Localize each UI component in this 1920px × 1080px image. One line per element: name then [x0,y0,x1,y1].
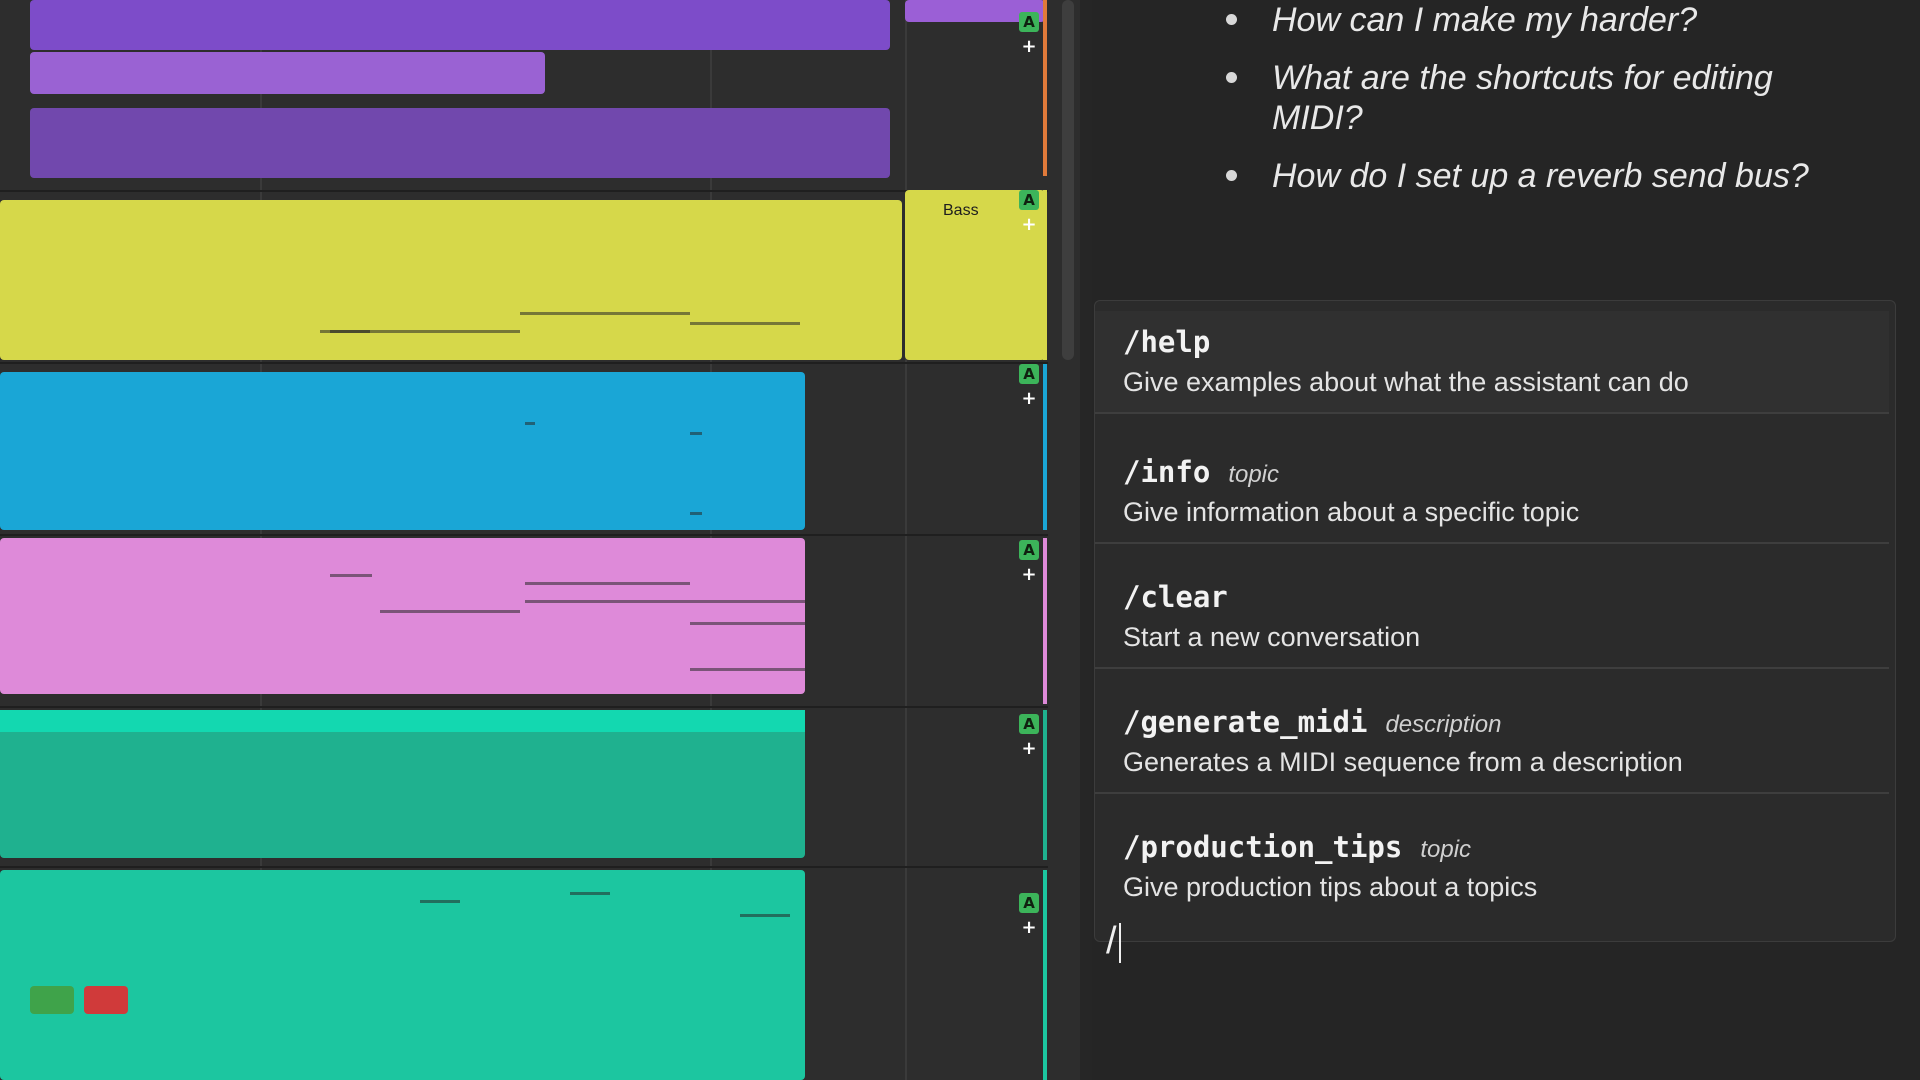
track-row-keys [0,534,1048,708]
assistant-panel: How can I make my harder? What are the s… [1092,0,1920,1080]
record-button[interactable] [84,986,128,1014]
midi-note [690,622,805,625]
command-arg: topic [1420,836,1472,863]
add-icon[interactable]: + [1021,38,1036,56]
command-name: /help [1123,325,1211,359]
track-row-synth [0,0,1048,192]
text-caret [1118,922,1121,963]
clip-synth[interactable] [30,52,545,94]
midi-note [690,512,702,515]
track-controls-bass: A + [1018,190,1040,234]
transport-bar [0,960,380,1080]
midi-note [690,432,702,435]
automation-button[interactable]: A [1019,190,1039,210]
track-color-strip [1043,0,1047,176]
command-item-generate-midi[interactable]: /generate_midi description Generates a MI… [1095,691,1889,794]
add-icon[interactable]: + [1021,919,1036,937]
automation-button[interactable]: A [1019,540,1039,560]
add-icon[interactable]: + [1021,216,1036,234]
track-controls-lead: A + [1018,893,1040,937]
track-controls-drums: A + [1018,364,1040,408]
suggestion-item[interactable]: How can I make my harder? [1212,0,1832,40]
clip-drums[interactable] [0,372,805,530]
automation-button[interactable]: A [1019,893,1039,913]
midi-note [525,600,805,603]
suggestion-list: How can I make my harder? What are the s… [1212,0,1832,214]
clip-bass[interactable] [0,200,902,360]
midi-note [690,322,800,325]
command-name: /generate_midi [1123,705,1368,739]
midi-note [570,892,610,895]
midi-note [520,312,690,315]
suggestion-item[interactable]: What are the shortcuts for editing MIDI? [1212,58,1832,138]
automation-button[interactable]: A [1019,714,1039,734]
suggestion-text: How can I make my harder? [1272,1,1698,39]
suggestion-item[interactable]: How do I set up a reverb send bus? [1212,156,1832,196]
clip-keys[interactable] [0,538,805,694]
clip-label: Bass [943,202,979,219]
midi-note [380,610,520,613]
bullet-icon [1226,170,1237,181]
chat-input-value: / [1106,920,1117,962]
command-item-help[interactable]: /help Give examples about what the assis… [1095,311,1889,414]
track-color-strip [1043,538,1047,704]
command-item-clear[interactable]: /clear Start a new conversation [1095,566,1889,669]
track-row-bass: Bass [0,190,1048,364]
track-controls-keys: A + [1018,540,1040,584]
track-controls-synth: A + [1018,12,1040,56]
midi-note [525,582,690,585]
command-description: Give examples about what the assistant c… [1123,367,1689,397]
bullet-icon [1226,72,1237,83]
track-controls-pad: A + [1018,714,1040,758]
midi-note [330,574,372,577]
track-color-strip [1043,870,1047,1080]
add-icon[interactable]: + [1021,566,1036,584]
command-arg: description [1385,711,1502,738]
add-icon[interactable]: + [1021,390,1036,408]
vertical-scrollbar[interactable] [1062,0,1074,360]
command-description: Generates a MIDI sequence from a descrip… [1123,747,1683,777]
track-row-drums [0,362,1048,536]
arrangement-view: A + Bass A + A + A + A + A + [0,0,1080,1080]
command-description: Give production tips about a topics [1123,872,1538,902]
command-name: /clear [1123,580,1228,614]
automation-button[interactable]: A [1019,364,1039,384]
command-description: Start a new conversation [1123,622,1421,652]
clip-synth[interactable] [30,108,890,178]
bullet-icon [1226,14,1237,25]
midi-note [690,668,805,671]
add-icon[interactable]: + [1021,740,1036,758]
midi-note [330,330,370,333]
command-name: /info [1123,455,1211,489]
command-item-production-tips[interactable]: /production_tips topic Give production ti… [1095,816,1889,917]
track-color-strip [1043,190,1047,360]
midi-note [420,900,460,903]
suggestion-text: What are the shortcuts for editing MIDI? [1272,59,1773,137]
command-arg: topic [1228,461,1280,488]
play-button[interactable] [30,986,74,1014]
clip-pad[interactable] [0,710,805,858]
track-color-strip [1043,364,1047,530]
command-item-info[interactable]: /info topic Give information about a spec… [1095,441,1889,544]
chat-input[interactable]: / [1106,920,1886,980]
suggestion-text: How do I set up a reverb send bus? [1272,157,1809,195]
track-color-strip [1043,710,1047,860]
clip-synth[interactable] [30,0,890,50]
track-row-pad [0,706,1048,868]
midi-note [740,914,790,917]
command-description: Give information about a specific topic [1123,497,1580,527]
midi-note [525,422,535,425]
command-name: /production_tips [1123,830,1403,864]
clip-header [0,710,805,732]
automation-button[interactable]: A [1019,12,1039,32]
slash-command-menu: /help Give examples about what the assis… [1094,300,1896,942]
